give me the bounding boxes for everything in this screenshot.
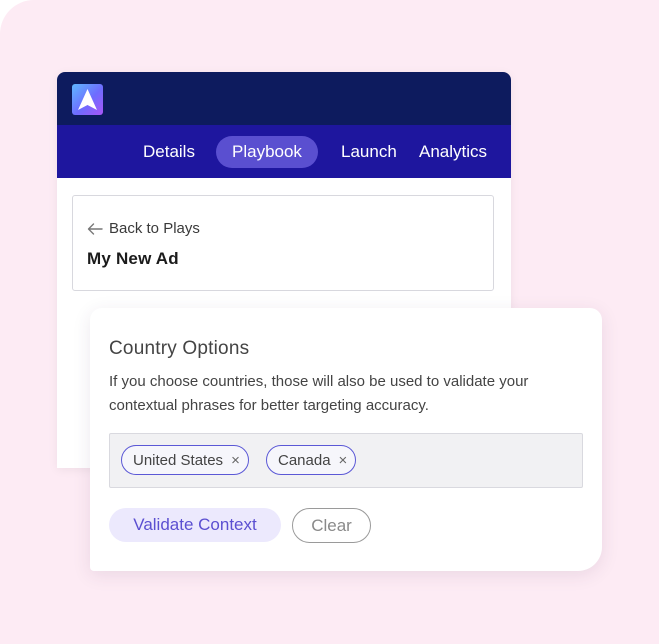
close-icon[interactable]: × [231,453,240,468]
country-chip-canada: Canada × [266,445,357,475]
clear-button[interactable]: Clear [292,508,371,543]
arrow-left-icon [87,222,103,235]
validate-context-button[interactable]: Validate Context [109,508,281,542]
nav-bar: Details Playbook Launch Analytics [57,125,511,178]
close-icon[interactable]: × [339,453,348,468]
page-title: My New Ad [87,249,179,268]
tab-playbook[interactable]: Playbook [216,136,318,168]
chip-label: United States [133,451,224,469]
top-bar [57,72,511,125]
chip-label: Canada [278,451,331,469]
tab-launch[interactable]: Launch [325,136,413,168]
tab-details[interactable]: Details [127,136,211,168]
card-description: If you choose countries, those will also… [109,373,529,414]
country-select-input[interactable]: United States × Canada × [109,433,583,488]
brand-logo-icon[interactable] [72,84,103,115]
country-chip-united-states: United States × [121,445,249,475]
back-link-label: Back to Plays [109,220,200,237]
breadcrumb: Back to Plays My New Ad [72,195,494,291]
back-to-plays-link[interactable]: Back to Plays [87,220,200,237]
card-title: Country Options [109,338,250,359]
tab-analytics[interactable]: Analytics [403,136,503,168]
country-options-card: Country Options If you choose countries,… [90,308,602,571]
